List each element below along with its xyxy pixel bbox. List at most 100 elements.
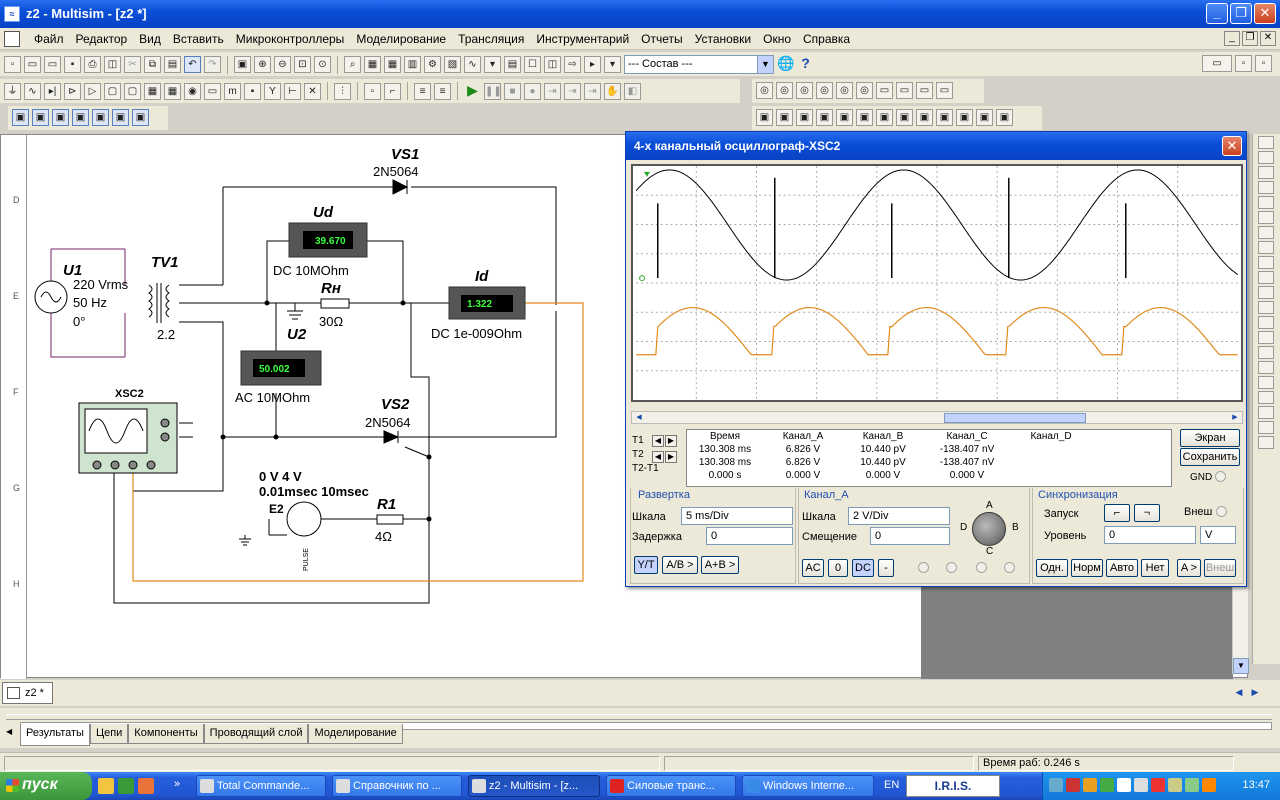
rn-resistor[interactable] [320,298,350,309]
doc-minimize-button[interactable]: _ [1224,31,1240,46]
paste-icon[interactable]: ▤ [164,56,181,73]
channel-offset-field[interactable]: 0 [870,527,950,545]
tab-scroll-right-icon[interactable]: ▶ [1248,686,1262,700]
zero-coupling-button[interactable]: 0 [828,559,848,577]
logic-analyzer-icon[interactable] [1258,256,1274,269]
breakpoint-icon[interactable]: ◧ [624,82,641,100]
iris-app[interactable]: I.R.I.S. [906,775,1000,797]
distortion-analyzer-icon[interactable] [1258,301,1274,314]
menu-help[interactable]: Справка [797,32,856,46]
database-icon[interactable]: ▥ [404,56,421,73]
tray-icon-9[interactable] [1185,778,1199,792]
agilent-multimeter-icon[interactable] [1258,361,1274,374]
cmos-icon[interactable]: ▢ [124,82,141,100]
tab-copper-layers[interactable]: Проводящий слой [203,724,309,744]
ac-coupling-button[interactable]: AC [802,559,824,577]
menu-file[interactable]: Файл [28,32,70,46]
vs1-thyristor[interactable] [392,179,409,195]
component-wizard-icon[interactable]: ⚙ [424,56,441,73]
volume-icon[interactable] [1134,778,1148,792]
run-simulation-icon[interactable]: ▶ [464,82,481,100]
single-trigger-button[interactable]: Одн. [1036,559,1068,577]
postprocessor-icon[interactable]: ∿ [464,56,481,73]
auto-trigger-button[interactable]: Авто [1106,559,1138,577]
save-icon[interactable]: ▪ [64,56,81,73]
spectrum-analyzer-icon[interactable] [1258,316,1274,329]
analog-icon[interactable]: ▷ [84,82,101,100]
help-icon[interactable]: ? [797,56,814,73]
measure-icon-10[interactable]: ▣ [936,109,953,126]
channel-scale-field[interactable]: 2 V/Div [848,507,950,525]
electromechanical-icon[interactable]: ⊢ [284,82,301,100]
virtual-power-icon[interactable]: ▣ [132,109,149,126]
probe-icon-4[interactable]: ◎ [816,82,833,99]
misc-digital-icon[interactable]: ▦ [144,82,161,100]
vs2-thyristor[interactable] [383,430,400,444]
tab-results[interactable]: Результаты [20,724,90,746]
tab-simulation[interactable]: Моделирование [308,724,403,744]
t1-left-arrow-icon[interactable]: ◀ [652,435,664,447]
tray-icon-3[interactable] [1083,778,1097,792]
graph-list-icon[interactable]: ≡ [414,82,431,100]
ultiboard-icon[interactable]: ▫ [1255,55,1272,72]
scroll-left-icon[interactable]: ◀ [633,412,645,423]
stop-simulation-icon[interactable]: ■ [504,82,521,100]
menu-edit[interactable]: Редактор [70,32,134,46]
t1-right-arrow-icon[interactable]: ▶ [665,435,677,447]
channel-radio-2[interactable] [946,562,957,573]
t2-right-arrow-icon[interactable]: ▶ [665,451,677,463]
oscilloscope-screen[interactable] [631,164,1243,402]
tektronix-oscilloscope-icon[interactable] [1258,391,1274,404]
network-analyzer-icon[interactable] [1258,331,1274,344]
quick-launch-icon-3[interactable] [138,778,154,794]
measure-icon-13[interactable]: ▣ [996,109,1013,126]
diode-icon[interactable]: ▸| [44,82,61,100]
menu-insert[interactable]: Вставить [167,32,230,46]
wire-icon[interactable]: ⌐ [384,82,401,100]
task-total-commander[interactable]: Total Commande... [196,775,326,797]
probe-icon-5[interactable]: ◎ [836,82,853,99]
scroll-thumb[interactable] [944,413,1086,423]
menu-view[interactable]: Вид [133,32,167,46]
print-icon[interactable]: ⎙ [84,56,101,73]
virtual-basic-icon[interactable]: ▣ [32,109,49,126]
minimize-button[interactable]: _ [1206,3,1228,24]
doc-close-button[interactable]: ✕ [1260,31,1276,46]
measure-icon-11[interactable]: ▣ [956,109,973,126]
tv1-transformer[interactable] [148,283,170,323]
xsc2-oscilloscope-symbol[interactable] [78,402,178,474]
tab-nets[interactable]: Цепи [89,724,129,744]
reverse-screen-button[interactable]: Экран [1180,429,1240,447]
save-data-button[interactable]: Сохранить [1180,448,1240,466]
zoom-in-icon[interactable]: ⊕ [254,56,271,73]
source-icon[interactable]: ⏚ [4,82,21,100]
probe-icon-1[interactable]: ◎ [756,82,773,99]
trigger-source-ext-button[interactable]: Внеш [1204,559,1236,577]
advanced-peripherals-icon[interactable]: ▪ [244,82,261,100]
close-button[interactable]: ✕ [1254,3,1276,24]
current-probe-icon[interactable] [1258,436,1274,449]
mixed-icon[interactable]: ▦ [164,82,181,100]
hand-icon[interactable]: ✋ [604,82,621,100]
analyses-icon[interactable]: ▾ [484,56,501,73]
task-pdf[interactable]: Силовые транс... [606,775,736,797]
timebase-delay-field[interactable]: 0 [706,527,793,545]
bode-plotter-icon[interactable] [1258,211,1274,224]
chevron-down-icon[interactable]: ▼ [757,56,773,73]
measure-icon-12[interactable]: ▣ [976,109,993,126]
wattmeter-icon[interactable] [1258,166,1274,179]
measure-icon-7[interactable]: ▣ [876,109,893,126]
zoom-area-icon[interactable]: ⊡ [294,56,311,73]
multisim-app-icon[interactable]: ≈ [4,6,20,22]
find-icon[interactable]: ⌕ [344,56,361,73]
step-icon-2[interactable]: ⇥ [564,82,581,100]
zoom-out-icon[interactable]: ⊖ [274,56,291,73]
design-toolbox-icon[interactable]: ▦ [364,56,381,73]
panel-grip[interactable] [6,714,1272,720]
virtual-measure-icon[interactable]: ▣ [92,109,109,126]
oscilloscope-close-button[interactable]: ✕ [1222,136,1242,156]
transistor-icon[interactable]: ⊳ [64,82,81,100]
step-icon-1[interactable]: ⇥ [544,82,561,100]
vee-icon[interactable]: ▭ [916,82,933,99]
virtual-misc-icon[interactable]: ▣ [112,109,129,126]
